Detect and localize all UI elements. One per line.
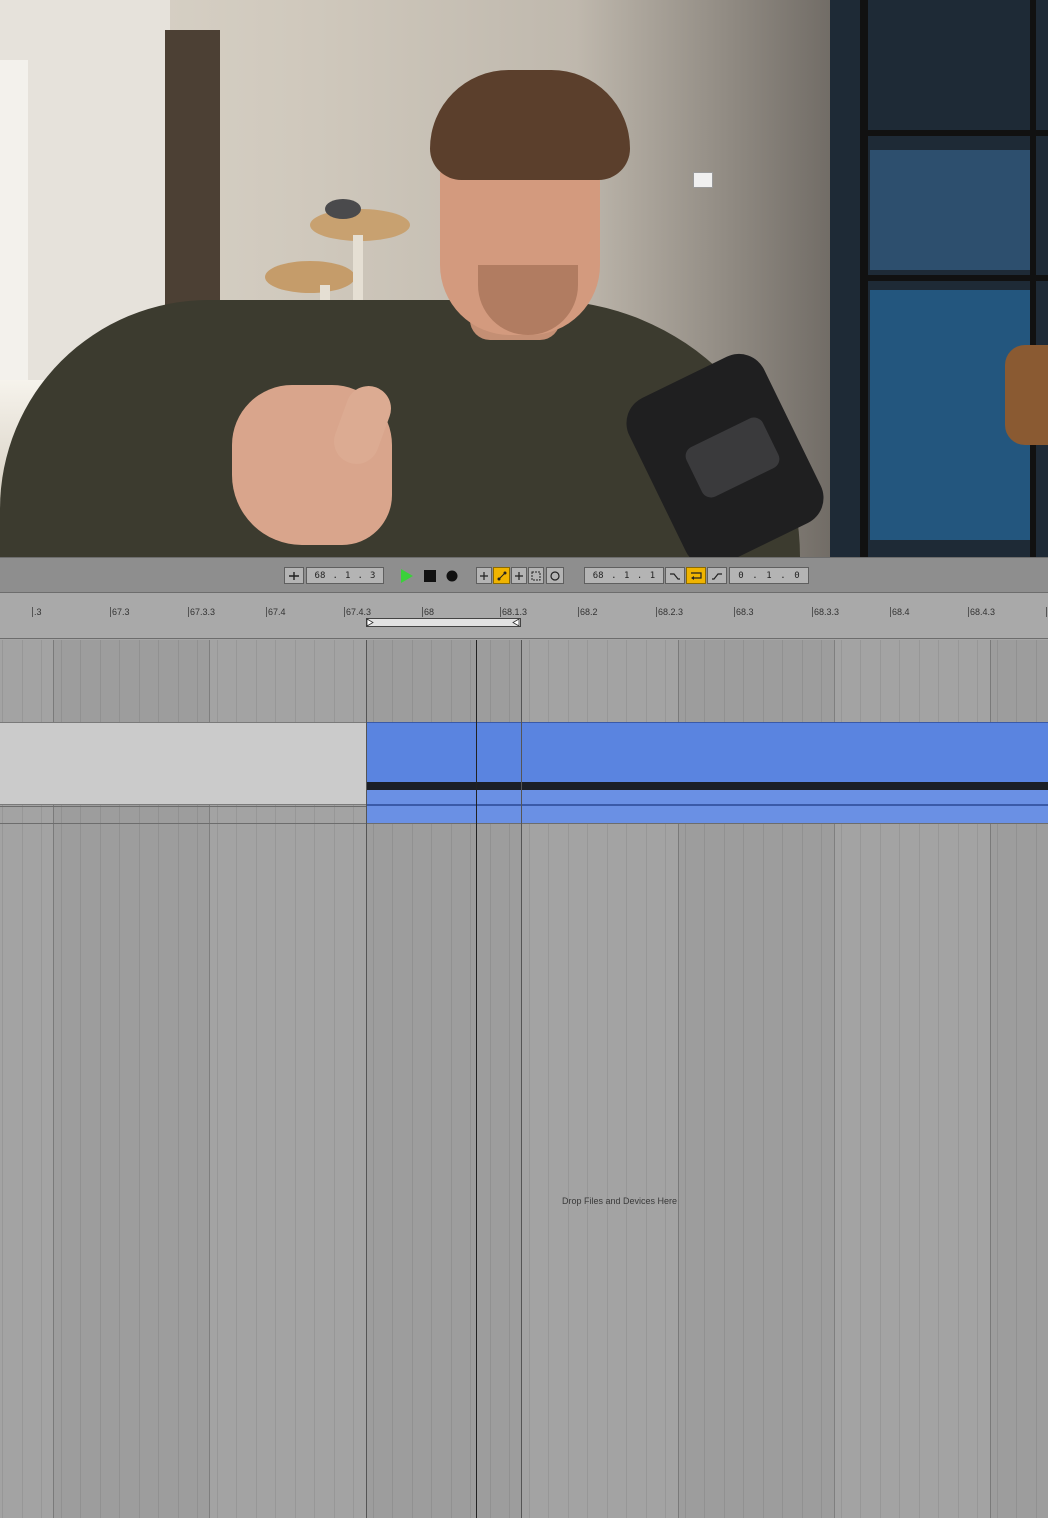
automation-arm-icon [497, 571, 506, 580]
webcam-video [0, 0, 1048, 557]
punch-out-icon [712, 572, 722, 580]
glass-door [830, 0, 1048, 557]
ruler-tick [266, 607, 267, 617]
arrangement-view[interactable]: Drop Files and Devices Here [0, 640, 1048, 1518]
loop-brace[interactable] [366, 618, 521, 627]
ruler-tick [578, 607, 579, 617]
guitar [1005, 345, 1048, 445]
ruler-tick-label: 68.4.3 [970, 607, 996, 617]
ruler-tick [110, 607, 111, 617]
loop-brace-markers [366, 618, 520, 627]
beat-time-ruler[interactable]: .3 67.3 67.3.3 67.4 67.4.3 68 68.1.3 68.2 68.2.3… [0, 593, 1048, 639]
session-record-button[interactable] [546, 567, 564, 584]
capture-button[interactable] [528, 567, 544, 584]
ruler-tick [968, 607, 969, 617]
ruler-tick-label: .3 [34, 607, 42, 617]
add-button[interactable] [476, 567, 492, 584]
add-icon [480, 571, 488, 580]
stop-button[interactable] [421, 567, 439, 584]
ruler-tick [656, 607, 657, 617]
loop-start-line [366, 640, 367, 1518]
ruler-tick [890, 607, 891, 617]
loop-length-sixteenth: 0 [794, 570, 800, 581]
automation-arm-button[interactable] [493, 567, 510, 584]
clip-divider [366, 804, 1048, 806]
ruler-tick-label: 67.3.3 [190, 607, 216, 617]
loop-start-bar: 68 [592, 570, 604, 581]
metronome-icon [289, 571, 299, 580]
track-divider [0, 823, 1048, 824]
loop-length-bar: 0 [738, 570, 744, 581]
ruler-tick-label: 68.3.3 [814, 607, 840, 617]
ruler-tick [1046, 607, 1047, 617]
play-icon [401, 568, 413, 583]
position-beat: 1 [345, 570, 351, 581]
loop-start-position[interactable]: 68. 1. 1 [584, 567, 664, 584]
position-sixteenth: 3 [370, 570, 376, 581]
ruler-tick-label: 68 [424, 607, 435, 617]
loop-length-beat: 1 [766, 570, 772, 581]
ruler-tick-label: 67.3 [112, 607, 130, 617]
clip-title-bar[interactable] [366, 782, 1048, 790]
thermostat [693, 172, 713, 188]
transport-bar: 68. 1. 3 68. 1. 1 0 . 1 . 0 [0, 557, 1048, 593]
record-icon [550, 570, 560, 581]
ruler-tick [422, 607, 423, 617]
record-icon [446, 570, 458, 581]
loop-switch-button[interactable] [686, 567, 706, 584]
audio-clip-selected[interactable] [366, 722, 1048, 785]
ruler-tick-label: 67.4.3 [346, 607, 372, 617]
loop-end-line [521, 640, 522, 1518]
ruler-tick-label: 68.1.3 [502, 607, 528, 617]
play-button[interactable] [398, 567, 416, 584]
capture-icon [531, 571, 541, 580]
punch-in-icon [670, 572, 680, 580]
loop-start-beat: 1 [623, 570, 630, 581]
loop-length[interactable]: 0. 1. 0 [729, 567, 809, 584]
ruler-tick [32, 607, 33, 617]
audio-clip-inactive[interactable] [0, 722, 366, 805]
add-icon [515, 571, 523, 580]
person-hair [430, 70, 630, 180]
ruler-tick [812, 607, 813, 617]
stop-icon [424, 569, 436, 582]
overdub-button[interactable] [511, 567, 527, 584]
drop-files-hint: Drop Files and Devices Here [562, 1196, 678, 1206]
ruler-tick [500, 607, 501, 617]
ruler-tick [344, 607, 345, 617]
metronome-button[interactable] [284, 567, 304, 584]
punch-in-button[interactable] [665, 567, 685, 584]
playhead[interactable] [476, 640, 477, 1518]
track-divider [0, 806, 366, 807]
ruler-tick-label: 67.4 [268, 607, 286, 617]
window-light [0, 60, 28, 430]
ruler-tick-label: 68.4 [892, 607, 910, 617]
loop-switch-icon [691, 571, 702, 580]
punch-out-button[interactable] [707, 567, 727, 584]
ruler-tick [188, 607, 189, 617]
ruler-tick [734, 607, 735, 617]
position-bar: 68 [314, 570, 326, 581]
loop-start-sixteenth: 1 [649, 570, 656, 581]
ruler-tick-label: 68.3 [736, 607, 754, 617]
ruler-tick-label: 68.2.3 [658, 607, 684, 617]
ruler-tick-label: 68.2 [580, 607, 598, 617]
record-button[interactable] [443, 567, 461, 584]
audio-clip-lower[interactable] [366, 790, 1048, 823]
arrangement-position[interactable]: 68. 1. 3 [306, 567, 384, 584]
